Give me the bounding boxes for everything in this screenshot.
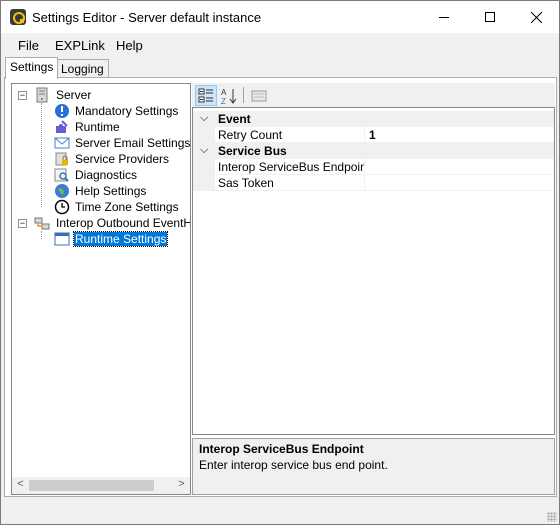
magnifier-icon — [54, 168, 69, 182]
svg-text:A: A — [221, 88, 227, 97]
collapse-server-toggle[interactable]: − — [18, 91, 27, 100]
tree-line — [41, 103, 42, 207]
tree-item-help-settings[interactable]: Help Settings — [52, 183, 190, 199]
menu-file[interactable]: File — [18, 38, 39, 53]
menu-bar: File EXPLink Help — [1, 34, 559, 56]
tree-item-runtime-settings[interactable]: Runtime Settings — [52, 231, 190, 247]
property-pages-button[interactable] — [248, 85, 270, 106]
sort-az-icon: AZ — [221, 88, 237, 105]
scroll-right-icon[interactable]: > — [173, 478, 190, 493]
tree-item-diagnostics[interactable]: Diagnostics — [52, 167, 190, 183]
maximize-icon — [485, 12, 495, 22]
row-gutter — [193, 127, 215, 143]
window-title: Settings Editor - Server default instanc… — [32, 10, 262, 25]
globe-icon — [55, 184, 69, 198]
svg-text:Z: Z — [221, 97, 226, 105]
property-value[interactable] — [365, 175, 554, 191]
close-icon — [530, 11, 542, 23]
property-pages-icon — [251, 90, 267, 101]
chevron-down-icon[interactable]: ⌵ — [200, 112, 208, 125]
row-gutter — [193, 159, 215, 175]
tree-line — [41, 231, 42, 239]
lock-icon — [55, 152, 68, 166]
row-gutter — [193, 175, 215, 191]
tree-label: Diagnostics — [75, 168, 138, 182]
property-value[interactable]: 1 — [365, 127, 554, 143]
tree-label: Help Settings — [75, 184, 147, 198]
minimize-button[interactable] — [421, 1, 467, 33]
close-button[interactable] — [513, 1, 559, 33]
info-icon — [55, 104, 69, 118]
category-label: Event — [218, 112, 251, 126]
window-icon — [54, 232, 70, 246]
tree-label: Time Zone Settings — [75, 200, 179, 214]
chevron-down-icon[interactable]: ⌵ — [200, 144, 208, 157]
menu-help[interactable]: Help — [116, 38, 143, 53]
network-icon — [34, 217, 50, 230]
category-label: Service Bus — [218, 144, 287, 158]
tree-horizontal-scrollbar[interactable]: < > — [12, 477, 190, 494]
property-name: Retry Count — [215, 127, 365, 143]
scroll-left-icon[interactable]: < — [12, 478, 29, 493]
title-bar[interactable]: Settings Editor - Server default instanc… — [1, 1, 559, 33]
tab-strip: Settings Logging — [1, 57, 559, 79]
tree-label: Runtime — [75, 120, 120, 134]
property-grid-toolbar: AZ — [192, 83, 555, 107]
description-panel: Interop ServiceBus Endpoint Enter intero… — [192, 438, 555, 495]
property-row-retry-count[interactable]: Retry Count 1 — [193, 127, 554, 143]
alphabetical-view-button[interactable]: AZ — [218, 85, 240, 106]
puzzle-icon — [56, 120, 68, 133]
settings-tab-page: − Server Mandatory Settings Runtime Serv… — [4, 77, 557, 497]
tree-item-service-providers[interactable]: Service Providers — [52, 151, 190, 167]
tree-item-runtime[interactable]: Runtime — [52, 119, 190, 135]
maximize-button[interactable] — [467, 1, 513, 33]
categorized-icon — [198, 88, 213, 102]
property-grid-pane: AZ ⌵ Event Retry Count 1 ⌵ Service Bus I… — [192, 83, 555, 495]
app-icon[interactable] — [10, 9, 26, 25]
toolbar-separator — [243, 87, 244, 103]
tree-label: Server Email Settings — [75, 136, 191, 150]
category-event[interactable]: ⌵ Event — [193, 111, 554, 127]
clock-icon — [54, 199, 70, 215]
tree-item-server[interactable]: Server — [32, 87, 182, 103]
property-name: Sas Token — [215, 175, 365, 191]
tree-label-server: Server — [56, 88, 92, 102]
tree-item-server-email-settings[interactable]: Server Email Settings — [52, 135, 191, 151]
description-title: Interop ServiceBus Endpoint — [199, 442, 364, 456]
property-row-sas-token[interactable]: Sas Token — [193, 175, 554, 191]
tree-item-interop-outbound[interactable]: Interop Outbound EventHan — [32, 215, 191, 231]
property-row-endpoint[interactable]: Interop ServiceBus Endpoint — [193, 159, 554, 175]
tab-logging[interactable]: Logging — [56, 59, 109, 79]
envelope-icon — [54, 137, 70, 149]
description-text: Enter interop service bus end point. — [199, 458, 388, 472]
menu-explink[interactable]: EXPLink — [55, 38, 105, 53]
tree-item-time-zone-settings[interactable]: Time Zone Settings — [52, 199, 190, 215]
collapse-interop-toggle[interactable]: − — [18, 219, 27, 228]
tree-label: Service Providers — [75, 152, 170, 166]
server-icon — [36, 87, 48, 103]
property-value[interactable] — [365, 159, 554, 175]
tree-label-interop: Interop Outbound EventHan — [56, 216, 191, 230]
status-bar — [1, 501, 559, 524]
settings-editor-window: Settings Editor - Server default instanc… — [0, 0, 560, 525]
tree-label-selected: Runtime Settings — [72, 231, 169, 247]
tab-settings[interactable]: Settings — [5, 57, 59, 79]
scrollbar-thumb[interactable] — [29, 480, 154, 491]
categorized-view-button[interactable] — [195, 85, 217, 106]
property-grid[interactable]: ⌵ Event Retry Count 1 ⌵ Service Bus Inte… — [192, 107, 555, 435]
minimize-icon — [439, 16, 449, 18]
property-name: Interop ServiceBus Endpoint — [215, 159, 365, 175]
tree-label: Mandatory Settings — [75, 104, 179, 118]
category-service-bus[interactable]: ⌵ Service Bus — [193, 143, 554, 159]
settings-tree[interactable]: − Server Mandatory Settings Runtime Serv… — [11, 83, 191, 495]
resize-grip-icon[interactable] — [547, 512, 557, 522]
tree-item-mandatory-settings[interactable]: Mandatory Settings — [52, 103, 190, 119]
